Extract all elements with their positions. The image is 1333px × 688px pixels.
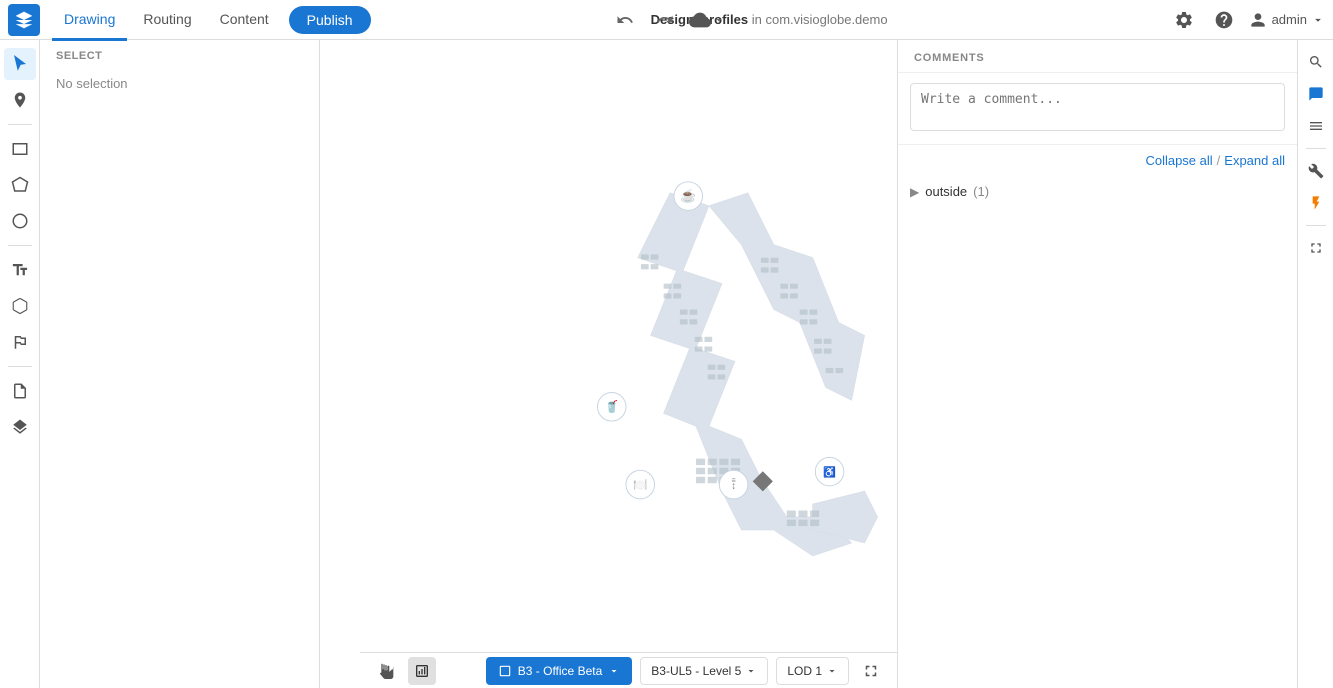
app-logo — [8, 4, 40, 36]
comment-count: (1) — [973, 184, 989, 199]
floor-label: B3 - Office Beta — [518, 664, 603, 678]
tab-content[interactable]: Content — [208, 1, 281, 41]
tool-text[interactable] — [4, 254, 36, 286]
left-panel: SELECT No selection — [40, 40, 320, 688]
level-label: B3-UL5 - Level 5 — [651, 664, 741, 678]
topnav-center-controls — [609, 4, 725, 36]
search-icon-btn[interactable] — [1302, 48, 1330, 76]
comment-item-outside[interactable]: ▶ outside (1) — [898, 176, 1297, 207]
svg-text:☕: ☕ — [680, 187, 696, 203]
no-selection-text: No selection — [40, 68, 319, 99]
right-icon-bar — [1297, 40, 1333, 688]
comment-chevron-icon: ▶ — [910, 185, 919, 199]
comment-label: outside — [925, 184, 967, 199]
tab-drawing[interactable]: Drawing — [52, 1, 127, 41]
tool-layers[interactable] — [4, 411, 36, 443]
collapse-expand-row: Collapse all / Expand all — [898, 145, 1297, 176]
undo-button[interactable] — [609, 4, 641, 36]
panel-select-header: SELECT — [40, 40, 319, 68]
cloud-sync-button[interactable] — [689, 9, 725, 31]
level-selector-button[interactable]: B3-UL5 - Level 5 — [640, 657, 768, 685]
floor-selector-button[interactable]: B3 - Office Beta — [486, 657, 633, 685]
lightning-icon-btn[interactable] — [1302, 189, 1330, 217]
svg-text:≡: ≡ — [732, 477, 736, 485]
floor-plan-canvas: ☕ 🥤 🍽️ ↕ ≡ ♿ — [320, 40, 897, 688]
svg-text:♿: ♿ — [823, 466, 836, 479]
tool-circle[interactable] — [4, 205, 36, 237]
fullscreen-button[interactable] — [857, 657, 885, 685]
lod-selector-button[interactable]: LOD 1 — [776, 657, 849, 685]
user-menu[interactable]: admin — [1248, 10, 1325, 30]
floor-tool-button[interactable] — [408, 657, 436, 685]
redo-button[interactable] — [649, 4, 681, 36]
tool-rectangle[interactable] — [4, 133, 36, 165]
list-icon-btn[interactable] — [1302, 112, 1330, 140]
right-panel: COMMENTS Collapse all / Expand all ▶ out… — [897, 40, 1297, 688]
tool-terrain[interactable] — [4, 326, 36, 358]
tab-routing[interactable]: Routing — [131, 1, 203, 41]
publish-button[interactable]: Publish — [289, 6, 371, 34]
svg-text:🍽️: 🍽️ — [633, 478, 648, 491]
tool-document[interactable] — [4, 375, 36, 407]
canvas-area[interactable]: ☕ 🥤 🍽️ ↕ ≡ ♿ — [320, 40, 897, 688]
comment-input[interactable] — [910, 83, 1285, 131]
wrench-icon-btn[interactable] — [1302, 157, 1330, 185]
topnav-right-controls: admin — [1168, 4, 1325, 36]
user-name: admin — [1272, 12, 1307, 27]
pan-tool-button[interactable] — [372, 657, 400, 685]
tool-navigate[interactable] — [4, 84, 36, 116]
comments-header: COMMENTS — [898, 40, 1297, 73]
separator: / — [1217, 153, 1221, 168]
chat-icon-btn[interactable] — [1302, 80, 1330, 108]
top-navigation: Drawing Routing Content Publish Design_p… — [0, 0, 1333, 40]
main-layout: SELECT No selection — [0, 40, 1333, 688]
tool-cursor[interactable] — [4, 48, 36, 80]
lod-label: LOD 1 — [787, 664, 822, 678]
svg-text:🥤: 🥤 — [604, 400, 619, 414]
tool-3dbox[interactable] — [4, 290, 36, 322]
fullscreen-expand-icon-btn[interactable] — [1302, 234, 1330, 262]
bottom-bar: B3 - Office Beta B3-UL5 - Level 5 LOD 1 — [360, 652, 897, 688]
tool-polygon[interactable] — [4, 169, 36, 201]
left-tool-sidebar — [0, 40, 40, 688]
expand-all-link[interactable]: Expand all — [1224, 153, 1285, 168]
comment-input-wrapper — [898, 73, 1297, 145]
help-button[interactable] — [1208, 4, 1240, 36]
collapse-all-link[interactable]: Collapse all — [1145, 153, 1212, 168]
settings-button[interactable] — [1168, 4, 1200, 36]
